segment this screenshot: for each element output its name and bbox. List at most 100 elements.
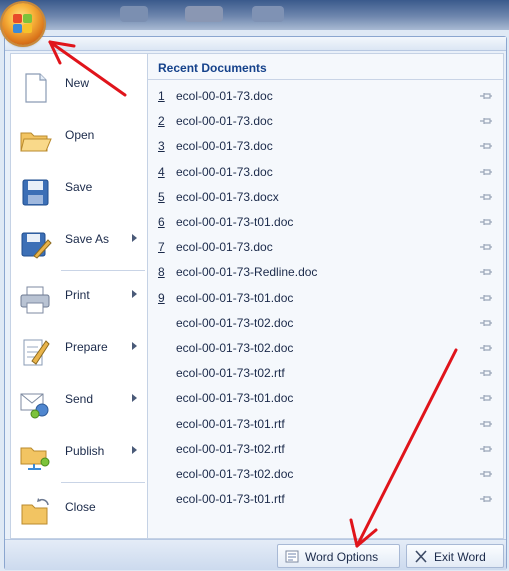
open-folder-icon [20, 132, 52, 152]
pin-icon[interactable] [479, 293, 493, 303]
pin-icon[interactable] [479, 368, 493, 378]
recent-document-filename: ecol-00-01-73-t01.doc [176, 290, 294, 305]
recent-document-filename: ecol-00-01-73.doc [176, 139, 273, 154]
recent-document-number: 2 [158, 114, 165, 129]
menu-item-prepare[interactable]: Prepare [11, 326, 147, 376]
recent-document-filename: ecol-00-01-73-t02.rtf [176, 441, 285, 456]
menu-item-save-as[interactable]: Save As [11, 218, 147, 268]
title-bar [0, 0, 509, 30]
menu-item-label: Open [65, 128, 95, 142]
menu-item-open[interactable]: Open [11, 114, 147, 164]
new-document-icon [25, 73, 47, 103]
recent-document-filename: ecol-00-01-73-t01.rtf [176, 492, 285, 507]
pin-icon[interactable] [479, 318, 493, 328]
menu-item-new[interactable]: New [11, 62, 147, 112]
office-button[interactable] [2, 3, 44, 45]
save-disk-icon [22, 179, 49, 206]
recent-document-number: 9 [158, 290, 165, 305]
recent-document-item[interactable]: ecol-00-01-73-t02.rtf [148, 437, 503, 462]
recent-document-item[interactable]: ecol-00-01-73-t01.rtf [148, 487, 503, 512]
menu-item-label: Save [65, 180, 93, 194]
pin-icon[interactable] [479, 91, 493, 101]
recent-document-item[interactable]: ecol-00-01-73-t02.doc [148, 462, 503, 487]
menu-item-publish[interactable]: Publish [11, 430, 147, 480]
title-bar-decoration [252, 6, 284, 22]
recent-document-item[interactable]: ecol-00-01-73-t02.doc [148, 336, 503, 361]
publish-icon [20, 447, 50, 470]
pin-icon[interactable] [479, 393, 493, 403]
menu-item-send[interactable]: Send [11, 378, 147, 428]
submenu-arrow-icon [132, 234, 137, 242]
word-options-label: Word Options [305, 550, 379, 564]
menu-item-label: Send [65, 392, 94, 406]
recent-document-item[interactable]: 6 ecol-00-01-73-t01.doc [148, 210, 503, 235]
menu-item-label: Save As [65, 232, 110, 246]
recent-document-filename: ecol-00-01-73.doc [176, 89, 273, 103]
pin-icon[interactable] [479, 419, 493, 429]
recent-document-number: 1 [158, 89, 165, 103]
printer-icon [20, 286, 50, 314]
pin-icon[interactable] [479, 343, 493, 353]
recent-document-filename: ecol-00-01-73-Redline.doc [176, 265, 318, 280]
recent-document-filename: ecol-00-01-73-t02.rtf [176, 366, 285, 381]
office-logo-icon [13, 24, 22, 33]
prepare-icon [23, 339, 50, 366]
recent-document-item[interactable]: 2 ecol-00-01-73.doc [148, 109, 503, 134]
word-options-icon [285, 550, 299, 563]
pin-icon[interactable] [479, 444, 493, 454]
pin-icon[interactable] [479, 469, 493, 479]
recent-document-item[interactable]: 1 ecol-00-01-73.doc [148, 84, 503, 109]
pin-icon[interactable] [479, 192, 493, 202]
recent-document-item[interactable]: ecol-00-01-73-t01.rtf [148, 412, 503, 437]
pin-icon[interactable] [479, 217, 493, 227]
menu-item-label: Close [65, 500, 96, 514]
exit-word-button[interactable]: Exit Word [406, 544, 504, 568]
menu-bottom-bar: Word Options Exit Word [5, 539, 506, 570]
recent-document-item[interactable]: 3 ecol-00-01-73.doc [148, 134, 503, 159]
recent-document-number: 3 [158, 139, 165, 154]
exit-word-label: Exit Word [434, 550, 486, 564]
recent-document-filename: ecol-00-01-73.docx [176, 189, 279, 204]
save-as-icon [21, 232, 52, 259]
office-logo-icon [23, 14, 32, 23]
office-logo-icon [23, 24, 32, 33]
menu-item-print[interactable]: Print [11, 274, 147, 324]
pin-icon[interactable] [479, 242, 493, 252]
pin-icon[interactable] [479, 494, 493, 504]
word-options-button[interactable]: Word Options [277, 544, 400, 568]
menu-item-save[interactable]: Save [11, 166, 147, 216]
send-icon [20, 393, 49, 419]
recent-document-filename: ecol-00-01-73.doc [176, 164, 273, 179]
recent-document-number: 4 [158, 164, 165, 179]
recent-document-item[interactable]: ecol-00-01-73-t02.doc [148, 311, 503, 336]
recent-document-filename: ecol-00-01-73-t01.doc [176, 391, 294, 406]
recent-documents-header: Recent Documents [148, 54, 503, 80]
menu-separator [61, 482, 145, 483]
recent-document-item[interactable]: 7 ecol-00-01-73.doc [148, 235, 503, 260]
submenu-arrow-icon [132, 342, 137, 350]
recent-document-item[interactable]: ecol-00-01-73-t02.rtf [148, 361, 503, 386]
menu-separator [61, 270, 145, 271]
recent-document-filename: ecol-00-01-73-t01.rtf [176, 416, 285, 431]
submenu-arrow-icon [132, 290, 137, 298]
recent-document-item[interactable]: 8 ecol-00-01-73-Redline.doc [148, 260, 503, 285]
office-logo-icon [13, 14, 22, 23]
menu-item-label: Print [65, 288, 90, 302]
recent-document-filename: ecol-00-01-73.doc [176, 114, 273, 129]
pin-icon[interactable] [479, 141, 493, 151]
pin-icon[interactable] [479, 167, 493, 177]
recent-document-item[interactable]: 5 ecol-00-01-73.docx [148, 185, 503, 210]
recent-document-item[interactable]: 4 ecol-00-01-73.doc [148, 160, 503, 185]
recent-document-filename: ecol-00-01-73-t02.doc [176, 315, 294, 330]
menu-item-label: Prepare [65, 340, 108, 354]
recent-document-item[interactable]: ecol-00-01-73-t01.doc [148, 386, 503, 411]
recent-document-number: 7 [158, 240, 165, 255]
pin-icon[interactable] [479, 116, 493, 126]
office-menu: New Open Save Save As Print Prepare Send… [4, 36, 507, 570]
recent-document-item[interactable]: 9 ecol-00-01-73-t01.doc [148, 286, 503, 311]
menu-item-label: Publish [65, 444, 105, 458]
menu-item-close[interactable]: Close [11, 486, 147, 536]
exit-x-icon [415, 550, 427, 563]
menu-top-strip [5, 37, 506, 51]
pin-icon[interactable] [479, 267, 493, 277]
